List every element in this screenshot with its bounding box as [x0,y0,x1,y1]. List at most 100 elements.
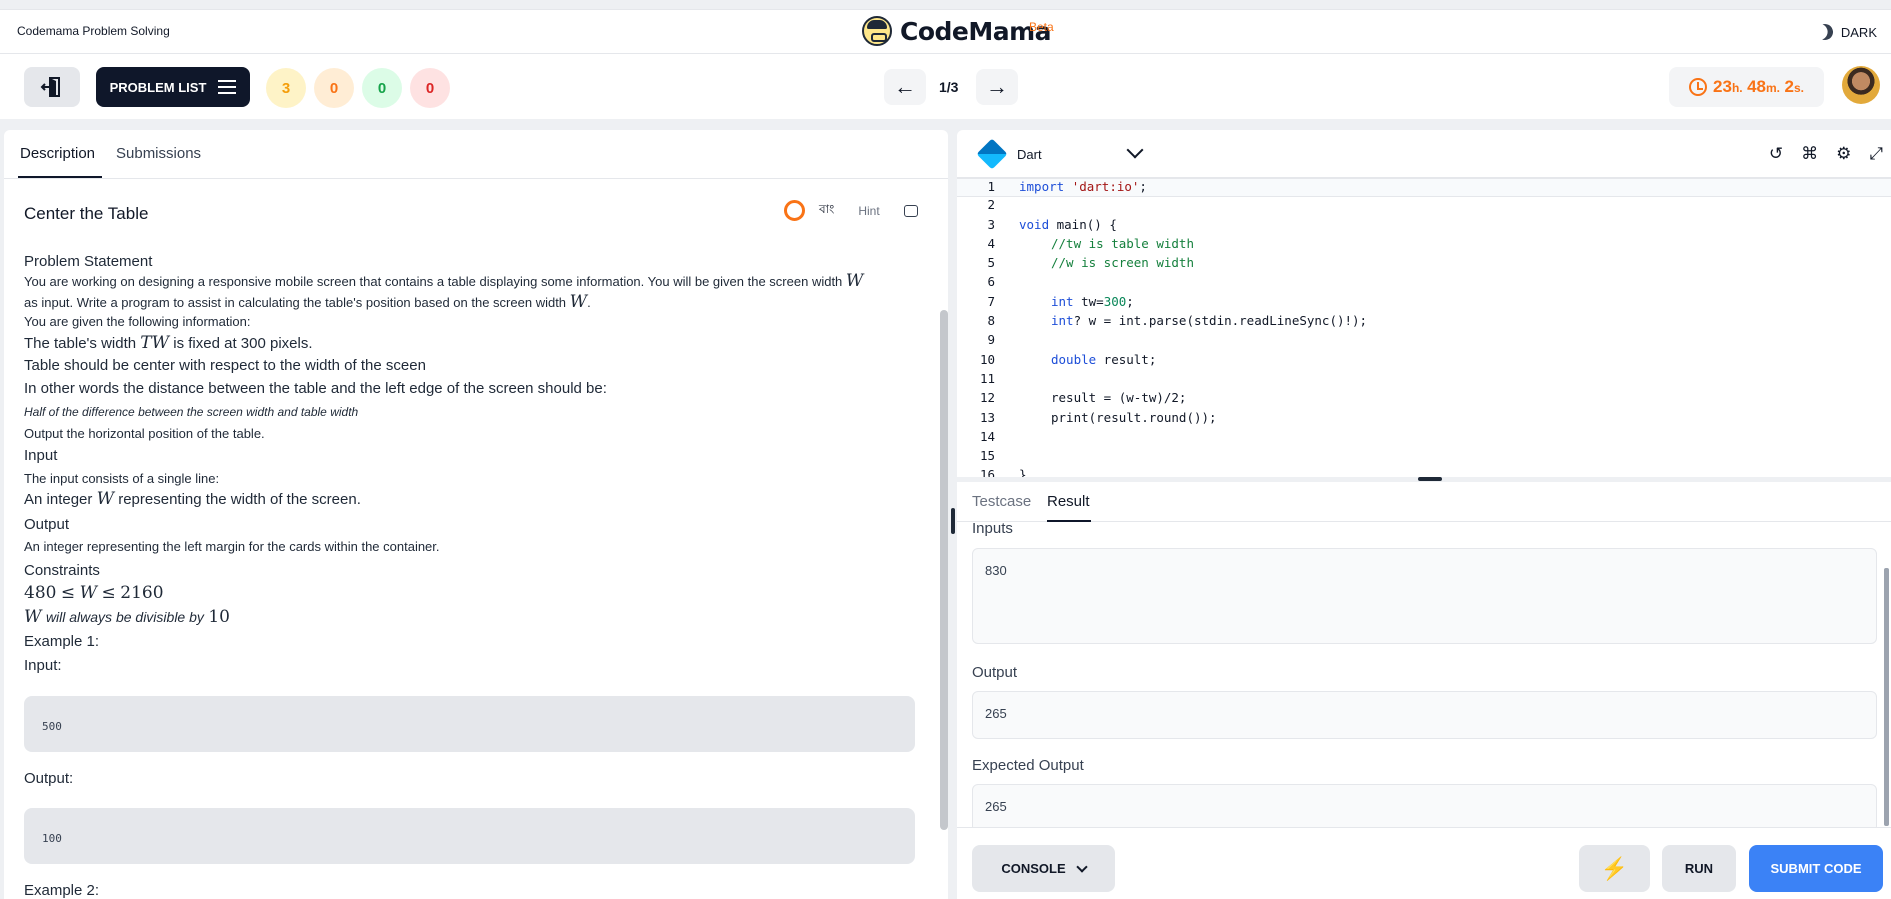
panel-resize-handle[interactable] [951,508,955,534]
code-token: ; [1139,179,1147,194]
code-token: print(result.round()); [1051,409,1217,425]
timer-hours: 23 [1713,77,1732,96]
expand-icon[interactable]: ⤢ [1869,144,1883,164]
line-number: 1 [987,179,995,194]
output-box: 265 [972,691,1877,739]
code-line: 2 [957,197,1891,216]
constraints-heading: Constraints [24,562,100,579]
code-line: 11 [957,371,1891,390]
code-comment: //tw is table width [1051,235,1194,251]
code-line: 7 int tw=300; [957,294,1891,313]
line-number: 8 [987,313,995,329]
code-line: 3 void main() { [957,217,1891,236]
code-token: main() { [1049,216,1117,232]
run-button[interactable]: RUN [1662,845,1736,892]
example1-output-label: Output: [24,770,74,787]
code-token: tw= [1073,293,1104,309]
line-number: 14 [979,428,995,444]
code-line: 10 double result; [957,352,1891,371]
input-line: The input consists of a single line: [24,471,220,486]
tab-description[interactable]: Description [20,145,95,162]
mascot-icon [862,16,892,46]
result-tabs: Testcase Result [957,482,1891,522]
language-select[interactable]: Dart [1017,147,1042,162]
comment-icon[interactable] [903,204,918,217]
tab-submissions[interactable]: Submissions [116,145,201,162]
code-editor[interactable]: 1 import 'dart:io'; 2 3 void main() { 4 //t… [957,178,1891,477]
code-line: 6 [957,274,1891,293]
reset-icon[interactable]: ↺ [1769,144,1783,164]
code-token: } [1019,467,1027,477]
code-comment: //w is screen width [1051,255,1194,271]
line-number: 11 [979,370,995,386]
action-bar: CONSOLE ⚡ RUN SUBMIT CODE [957,827,1891,899]
lightning-icon: ⚡ [1600,855,1629,881]
timer-m-unit: m. [1766,81,1781,95]
statement-heading: Problem Statement [24,253,153,270]
command-icon[interactable]: ⌘ [1801,144,1818,164]
example1-output-box: 100 [24,808,915,864]
quick-run-button[interactable]: ⚡ [1579,845,1650,892]
problem-list-label: PROBLEM LIST [109,79,207,95]
code-token: 'dart:io' [1071,179,1140,194]
theme-toggle[interactable]: DARK [1817,24,1877,40]
statement-line: You are given the following information: [24,314,251,329]
chevron-down-icon[interactable] [1126,141,1144,159]
inputs-box[interactable]: 830 [972,548,1877,644]
description-scrollbar[interactable] [940,310,948,830]
active-tab-indicator [18,176,102,178]
statement-text: The table's width [24,335,137,352]
prev-problem-button[interactable]: ← [884,69,926,105]
arrow-left-icon: ← [894,74,916,99]
math-w: W [569,292,588,312]
exit-button[interactable] [24,67,80,107]
math-op: ≤ [60,583,76,603]
statement-text: as input. Write a program to assist in c… [24,295,567,310]
console-button[interactable]: CONSOLE [972,845,1115,892]
submit-code-button[interactable]: SUBMIT CODE [1749,845,1883,892]
chevron-down-icon [1075,860,1088,873]
title-tools: বাং Hint [784,200,918,221]
math-w: W [845,271,864,291]
beta-badge: Beta [1029,20,1054,34]
example1-heading: Example 1: [24,633,100,650]
constraint-text: will always be divisible by [45,609,204,625]
result-panel: Testcase Result Inputs 830 Output 265 Ex… [957,482,1891,827]
line-number: 4 [987,235,995,251]
math-w: W [96,489,115,509]
problem-list-button[interactable]: PROBLEM LIST [96,67,250,107]
input-heading: Input [24,447,58,464]
line-number: 3 [987,216,995,232]
next-problem-button[interactable]: → [976,69,1018,105]
language-toggle[interactable]: বাং [819,201,834,221]
result-scrollbar[interactable] [1884,568,1889,826]
logo[interactable]: CodeMama [862,16,1052,46]
problem-title: Center the Table [24,204,149,223]
toolbar: PROBLEM LIST 3 0 0 0 ← 1/3 → 23h. 48m. 2… [0,54,1891,119]
hint-button[interactable]: Hint [858,204,879,218]
output-label: Output [972,664,1018,681]
editor-header: Dart ↺ ⌘ ⚙ ⤢ [957,130,1891,178]
statement-period: . [587,295,591,310]
code-line: 15 [957,448,1891,467]
avatar[interactable] [1842,66,1880,104]
gear-icon[interactable]: ⚙ [1836,144,1851,164]
example1-input-box: 500 [24,696,915,752]
editor-tools: ↺ ⌘ ⚙ ⤢ [1769,144,1883,164]
editor-panel: Dart ↺ ⌘ ⚙ ⤢ 1 import 'dart:io'; 2 3 void … [957,130,1891,477]
tab-result[interactable]: Result [1047,493,1090,510]
editor-resize-handle[interactable] [1418,477,1442,481]
code-line: 5 //w is screen width [957,255,1891,274]
code-token: int [1051,313,1074,329]
top-bar: Codemama Problem Solving CodeMama Beta D… [0,9,1891,54]
math-w: W [24,607,42,627]
line-number: 16 [979,467,995,477]
alarm-clock-icon [1689,78,1708,96]
statement-italic: Half of the difference between the scree… [24,405,359,419]
line-number: 2 [987,197,995,213]
timer: 23h. 48m. 2s. [1669,67,1824,107]
active-tab-indicator [1047,520,1091,522]
expected-output-box: 265 [972,784,1877,827]
line-number: 13 [979,409,995,425]
tab-testcase[interactable]: Testcase [972,493,1031,510]
